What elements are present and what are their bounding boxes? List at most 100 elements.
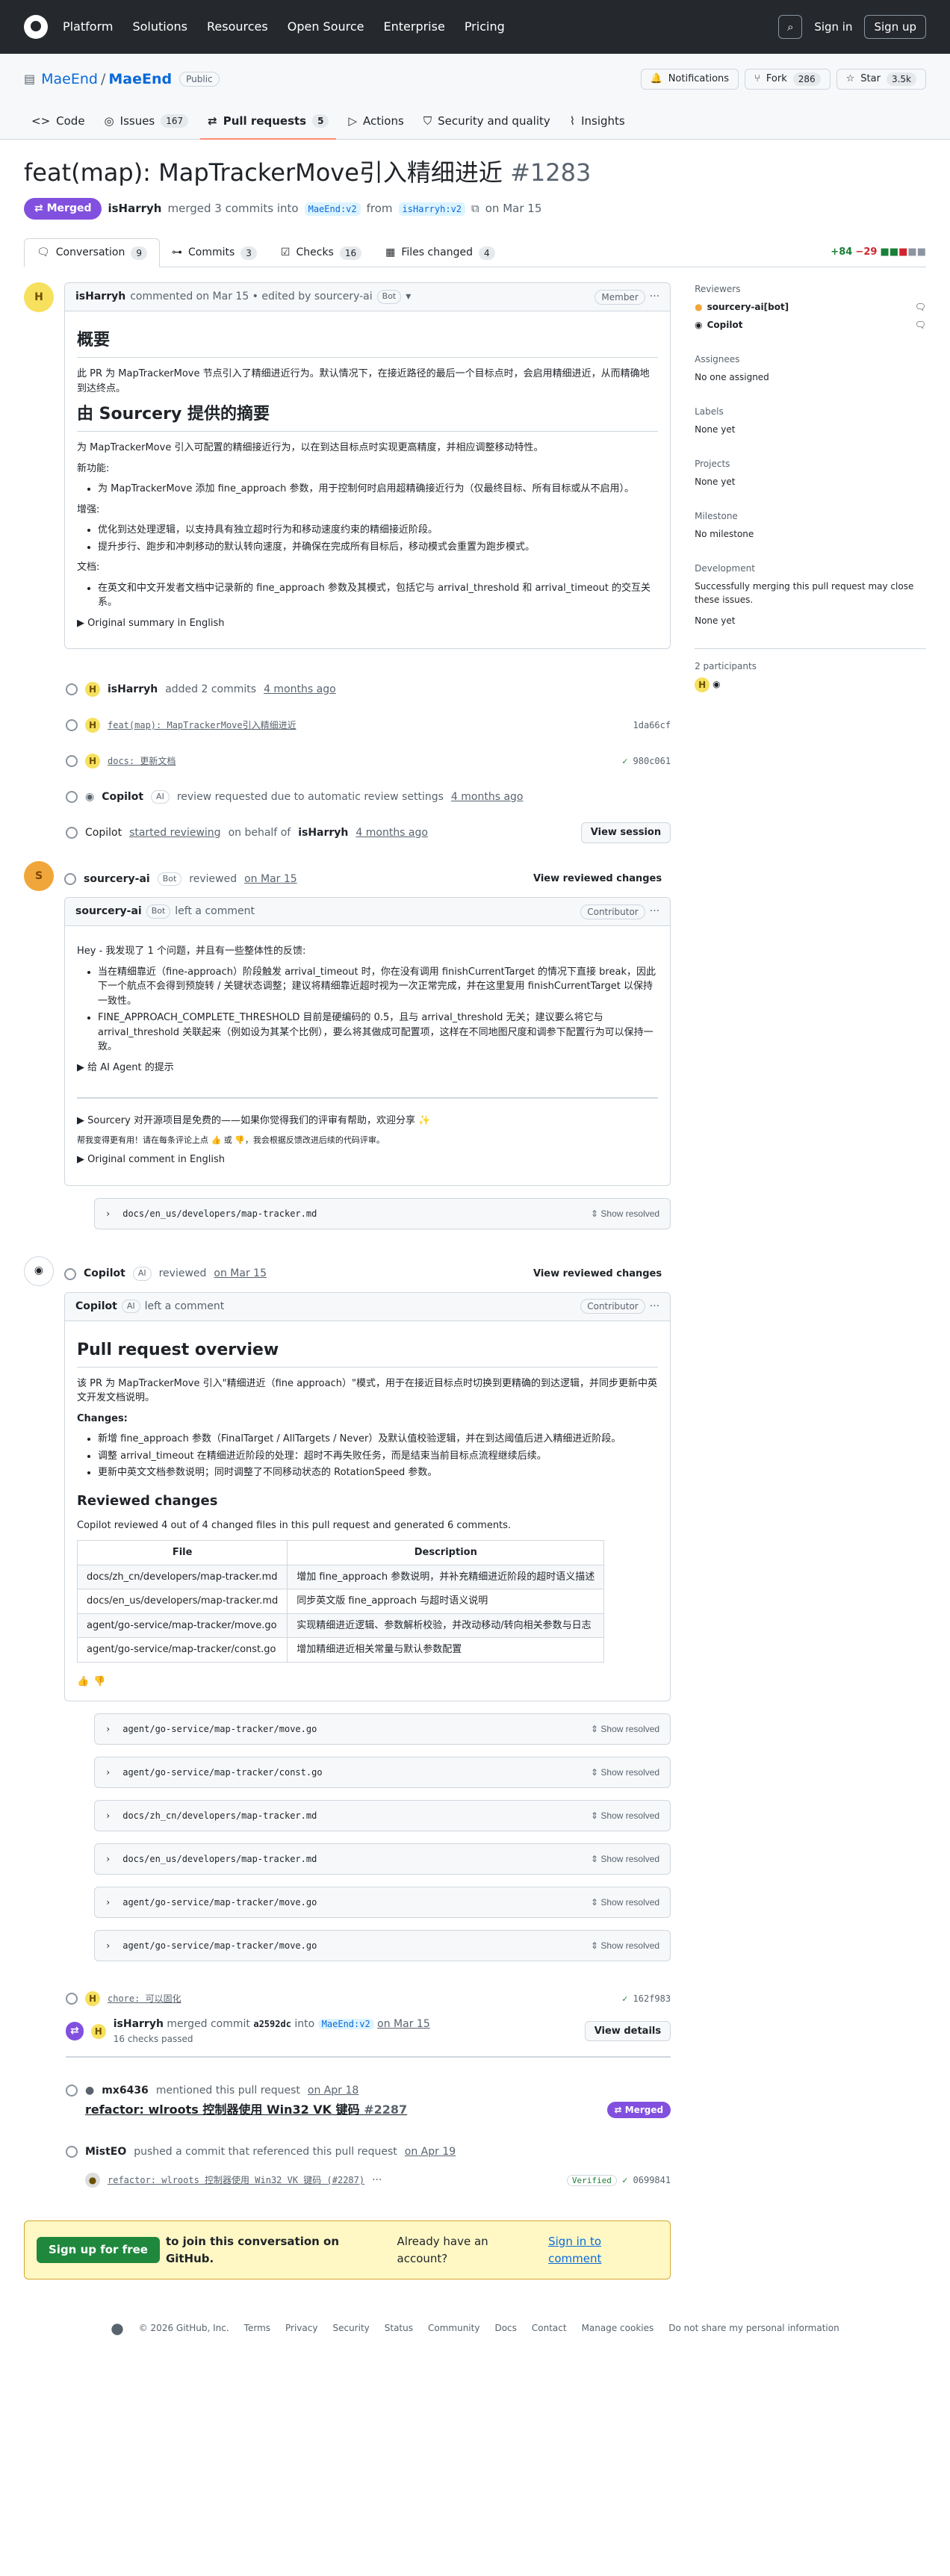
details-toggle[interactable]: ▶ Sourcery 对开源项目是免费的——如果你觉得我们的评审有帮助，欢迎分享… (77, 1114, 658, 1129)
tab-commits[interactable]: ⊶ Commits 3 (160, 239, 269, 267)
repo-owner-link[interactable]: MaeEnd (41, 69, 98, 90)
push-icon (66, 683, 78, 695)
nav-solutions[interactable]: Solutions (132, 18, 187, 36)
nav-enterprise[interactable]: Enterprise (384, 18, 445, 36)
search-icon[interactable]: ⌕ (778, 15, 803, 39)
unfold-icon: ⇕ (590, 1767, 599, 1778)
repo-icon: ▤ (24, 72, 36, 86)
chevron-right-icon: › (105, 1724, 111, 1734)
page-title: feat(map): MapTrackerMove引入精细进近 #1283 (24, 158, 592, 187)
comment-author[interactable]: isHarryh (75, 289, 125, 305)
diffstat: +84 −29 ■■■■■ (831, 246, 926, 258)
tab-conversation[interactable]: 🗨 Conversation 9 (24, 238, 160, 267)
tab-actions[interactable]: ▷ Actions (341, 103, 411, 139)
tab-issues[interactable]: ◎ Issues 167 (97, 103, 196, 139)
kebab-menu-icon[interactable]: ··· (650, 904, 659, 919)
details-toggle[interactable]: ▶ 给 AI Agent 的提示 (77, 1061, 658, 1076)
chevron-right-icon: › (105, 1897, 111, 1908)
chevron-right-icon: › (105, 1940, 111, 1951)
fork-button[interactable]: ⑂ Fork 286 (745, 69, 831, 90)
details-toggle[interactable]: ▶ Original comment in English (77, 1152, 658, 1167)
base-branch[interactable]: MaeEnd:v2 (304, 202, 361, 216)
top-nav: Platform Solutions Resources Open Source… (0, 0, 950, 54)
signin-to-comment-link[interactable]: Sign in to comment (548, 2233, 658, 2267)
signin-link[interactable]: Sign in (814, 19, 852, 36)
branch-icon (66, 827, 78, 839)
unfold-icon: ⇕ (590, 1208, 599, 1219)
pr-author-link[interactable]: isHarryh (108, 200, 161, 217)
bell-icon: 🔔 (650, 73, 662, 85)
tab-files-changed[interactable]: ▦ Files changed 4 (373, 239, 506, 267)
kebab-menu-icon[interactable]: ··· (650, 1299, 659, 1315)
nav-open-source[interactable]: Open Source (288, 18, 364, 36)
repo-header: ▤ MaeEnd / MaeEnd Public 🔔 Notifications … (0, 54, 950, 140)
nav-resources[interactable]: Resources (207, 18, 268, 36)
resolved-thread[interactable]: › docs/en_us/developers/map-tracker.md ⇕ S… (94, 1197, 671, 1229)
avatar[interactable]: ◉ (24, 1256, 54, 1286)
view-session-button[interactable]: View session (580, 822, 671, 843)
unfold-icon: ⇕ (590, 1810, 599, 1821)
graph-icon: ⌇ (569, 114, 576, 128)
merged-badge: ⇄ Merged (24, 198, 102, 220)
eye-icon (64, 1267, 76, 1280)
role-badge: Member (594, 289, 645, 305)
view-reviewed-changes-link[interactable]: View reviewed changes (524, 869, 671, 889)
view-reviewed-changes-link[interactable]: View reviewed changes (524, 1264, 671, 1284)
resolved-thread[interactable]: › agent/go-service/map-tracker/const.go ⇕ … (94, 1757, 671, 1788)
resolved-thread[interactable]: › agent/go-service/map-tracker/move.go ⇕ S… (94, 1930, 671, 1961)
eye-icon (66, 791, 78, 803)
github-logo-icon: ● (111, 2319, 124, 2337)
signup-free-button[interactable]: Sign up for free (37, 2237, 160, 2263)
github-logo-icon[interactable] (24, 15, 48, 39)
copilot-icon: ◉ (695, 320, 703, 330)
notifications-button[interactable]: 🔔 Notifications (640, 69, 739, 90)
star-button[interactable]: ☆ Star 3.5k (836, 69, 926, 90)
star-icon: ☆ (845, 73, 855, 85)
resolved-thread[interactable]: › docs/en_us/developers/map-tracker.md ⇕ S… (94, 1843, 671, 1875)
tab-security[interactable]: ⛉ Security and quality (416, 103, 558, 139)
head-branch[interactable]: isHarryh:v2 (398, 202, 466, 216)
pull-request-icon: ⇄ (208, 114, 217, 128)
commit-row: ● refactor: wlroots 控制器使用 Win32 VK 键码 (#2… (85, 2162, 671, 2198)
avatar[interactable]: S (24, 861, 54, 891)
tab-pull-requests[interactable]: ⇄ Pull requests 5 (200, 103, 337, 140)
event-review-requested: ◉ Copilot AI review requested due to automa… (66, 779, 671, 815)
repo-name-link[interactable]: MaeEnd (108, 69, 172, 90)
kebab-menu-icon[interactable]: ··· (650, 289, 659, 305)
sidebar: Reviewers ● sourcery-ai[bot] 🗨 ◉ Copilot 🗨 A… (689, 282, 926, 2279)
avatar[interactable]: ◉ (712, 677, 720, 692)
commit-icon (66, 719, 78, 731)
timeline: H isHarryh commented on Mar 15 • edited … (24, 282, 671, 2279)
comment-icon: 🗨 (37, 246, 50, 258)
nav-pricing[interactable]: Pricing (465, 18, 505, 36)
thumbs-up-icon[interactable]: 👍 (77, 1675, 89, 1689)
avatar[interactable]: H (24, 282, 54, 312)
details-toggle[interactable]: ▶ Original summary in English (77, 616, 658, 631)
commit-icon (66, 755, 78, 767)
commit-row: Hfeat(map): MapTrackerMove引入精细进近 1da66cf (66, 707, 671, 743)
avatar: ● (85, 2084, 95, 2097)
file-diff-icon: ▦ (385, 246, 396, 258)
tab-checks[interactable]: ☑ Checks 16 (269, 239, 373, 267)
copy-icon[interactable]: ⧉ (471, 200, 479, 217)
comment-icon: 🗨 (914, 302, 926, 312)
resolved-thread[interactable]: › docs/zh_cn/developers/map-tracker.md ⇕ S… (94, 1800, 671, 1831)
changes-table: File Description docs/zh_cn/developers/ma… (76, 1540, 605, 1663)
thumbs-down-icon[interactable]: 👎 (93, 1675, 105, 1689)
event-merged: ⇄ H isHarryh merged commit a2592dc into M… (66, 2017, 671, 2058)
nav-platform[interactable]: Platform (63, 18, 113, 36)
avatar[interactable]: H (695, 677, 710, 692)
view-details-button[interactable]: View details (584, 2020, 671, 2042)
signup-button[interactable]: Sign up (864, 14, 926, 40)
tab-code[interactable]: <> Code (24, 103, 93, 139)
event-started-reviewing: Copilot started reviewing on behalf of isHa… (66, 815, 671, 851)
tab-insights[interactable]: ⌇ Insights (562, 103, 633, 139)
commit-icon: ⊶ (171, 246, 182, 258)
unfold-icon: ⇕ (590, 1724, 599, 1734)
resolved-thread[interactable]: › agent/go-service/map-tracker/move.go ⇕ S… (94, 1713, 671, 1745)
code-icon: <> (31, 114, 51, 128)
opening-comment: H isHarryh commented on Mar 15 • edited … (24, 282, 671, 649)
chevron-down-icon[interactable]: ▾ (406, 289, 411, 305)
ref-pr-link[interactable]: refactor: wlroots 控制器使用 Win32 VK 键码 #228… (85, 2101, 407, 2119)
resolved-thread[interactable]: › agent/go-service/map-tracker/move.go ⇕ S… (94, 1887, 671, 1918)
